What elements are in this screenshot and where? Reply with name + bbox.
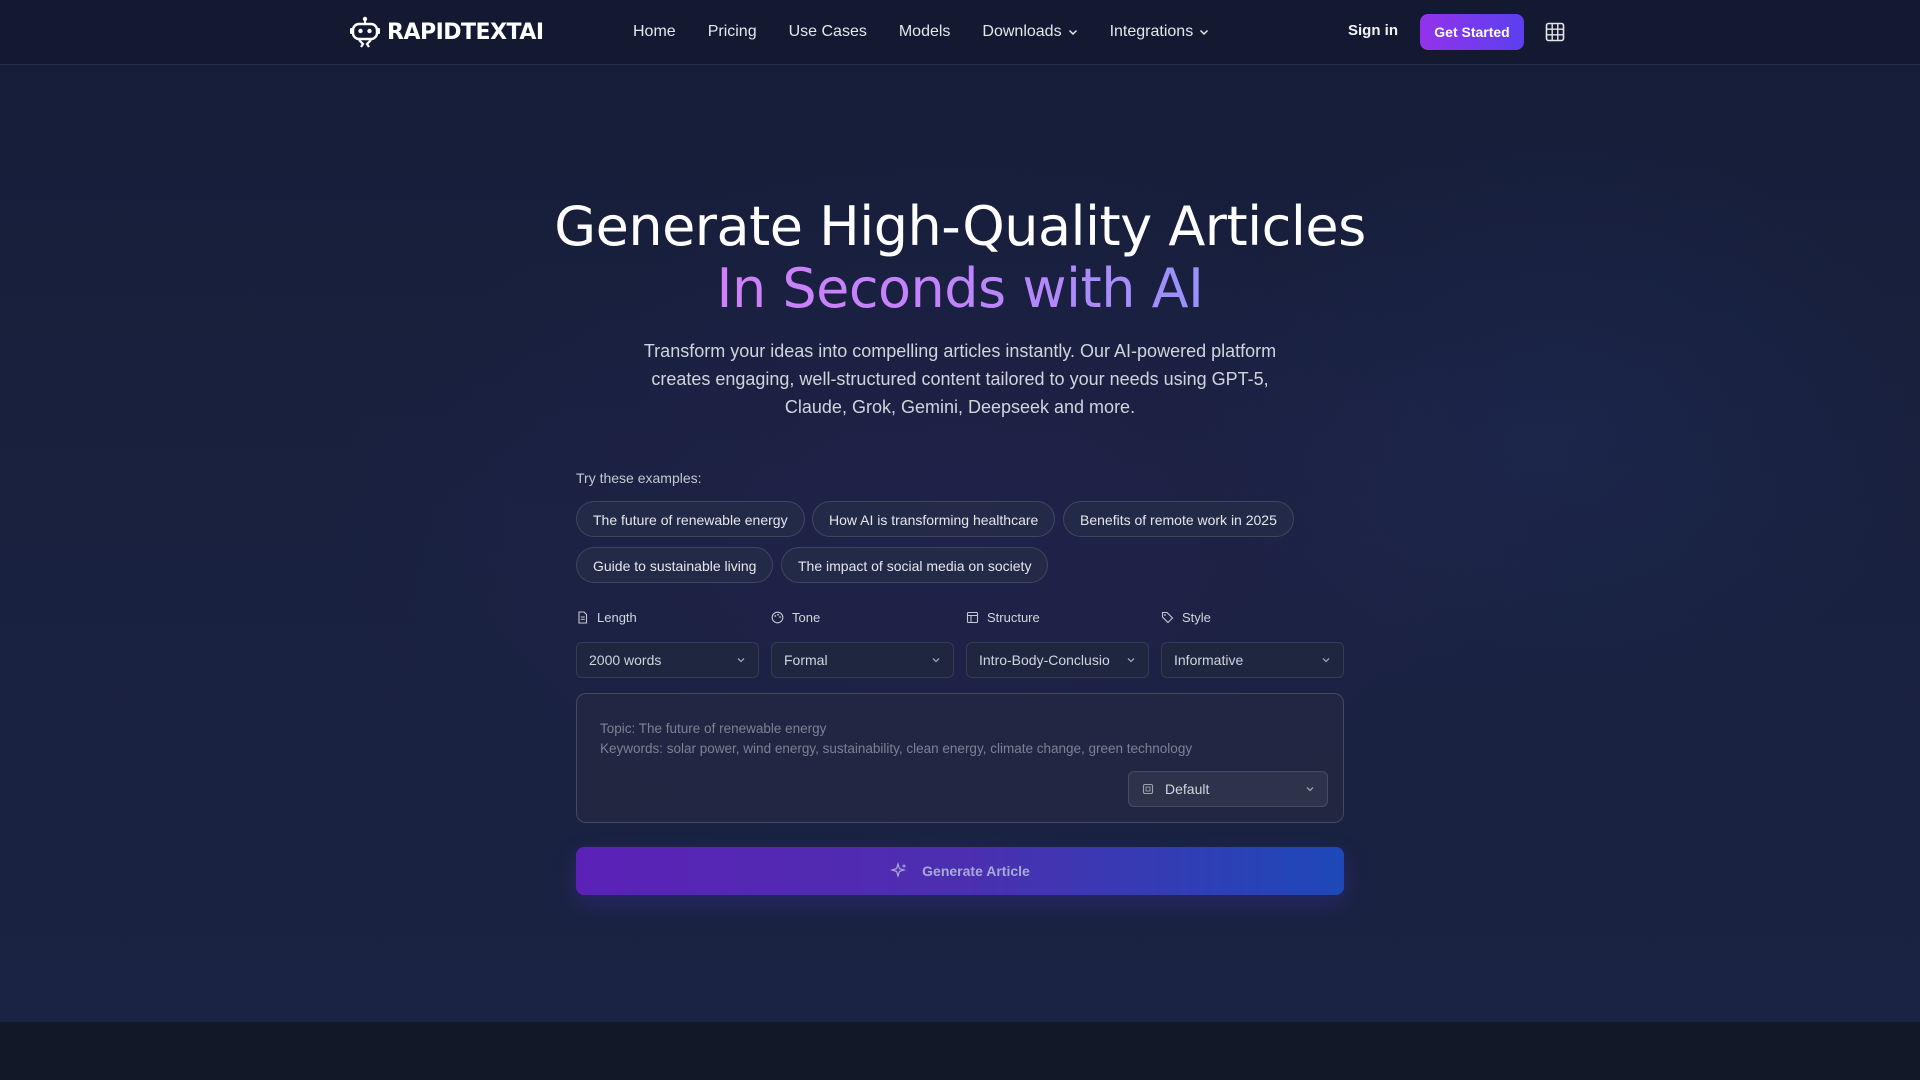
length-label: Length (597, 609, 637, 625)
example-chip[interactable]: Benefits of remote work in 2025 (1063, 501, 1294, 537)
length-option: Length 2000 words (576, 608, 759, 678)
structure-option: Structure Intro-Body-Conclusio (966, 608, 1149, 678)
sign-in-link[interactable]: Sign in (1348, 22, 1398, 39)
site-header: RAPIDTEXTAI Home Pricing Use Cases Model… (0, 0, 1920, 65)
structure-label-row: Structure (966, 608, 1149, 626)
example-chip[interactable]: Guide to sustainable living (576, 547, 774, 583)
nav-pricing[interactable]: Pricing (708, 23, 757, 41)
nav-integrations-label: Integrations (1109, 23, 1194, 40)
tone-value: Formal (784, 652, 828, 668)
style-label-row: Style (1161, 608, 1344, 626)
nav-models-label: Models (898, 23, 951, 40)
example-chip[interactable]: The future of renewable energy (576, 501, 805, 537)
chevron-down-icon (1200, 29, 1209, 36)
style-option: Style Informative (1161, 608, 1344, 678)
generate-article-button[interactable]: Generate Article (576, 847, 1344, 895)
palette-icon (771, 611, 784, 623)
tone-select[interactable]: Formal (771, 642, 954, 678)
nav-downloads[interactable]: Downloads (982, 23, 1077, 41)
example-chip[interactable]: How AI is transforming healthcare (812, 501, 1056, 537)
chevron-down-icon (737, 658, 745, 663)
layout-icon (966, 611, 979, 623)
hero-title-line2: In Seconds with AI (360, 258, 1560, 320)
nav-pricing-label: Pricing (707, 23, 757, 40)
style-label: Style (1182, 609, 1211, 625)
tone-option: Tone Formal (771, 608, 954, 678)
generate-article-label: Generate Article (922, 863, 1030, 879)
example-chip[interactable]: The impact of social media on society (781, 547, 1049, 583)
tag-icon (1161, 611, 1174, 623)
chevron-down-icon (1127, 658, 1135, 663)
brand-name: RAPIDTEXTAI (387, 19, 544, 45)
structure-select[interactable]: Intro-Body-Conclusio (966, 642, 1149, 678)
brand-logo[interactable]: RAPIDTEXTAI (350, 16, 544, 48)
structure-label: Structure (987, 609, 1040, 625)
robot-icon (350, 16, 380, 48)
tone-label-row: Tone (771, 608, 954, 626)
get-started-button[interactable]: Get Started (1420, 14, 1524, 50)
nav-use-cases[interactable]: Use Cases (789, 23, 867, 41)
structure-value: Intro-Body-Conclusio (979, 652, 1110, 668)
nav-use-cases-label: Use Cases (788, 23, 867, 40)
nav-models[interactable]: Models (899, 23, 951, 41)
hero-subtitle: Transform your ideas into compelling art… (643, 341, 1277, 417)
examples-label: Try these examples: (576, 470, 702, 486)
length-value: 2000 words (589, 652, 662, 668)
topic-keywords-input[interactable] (600, 719, 1320, 769)
tone-label: Tone (792, 609, 821, 625)
nav-integrations[interactable]: Integrations (1110, 23, 1210, 41)
style-value: Informative (1174, 652, 1244, 668)
sparkles-icon (890, 862, 907, 879)
chevron-down-icon (932, 658, 940, 663)
grid-icon[interactable] (1544, 21, 1566, 43)
nav-home-label: Home (633, 23, 676, 40)
chip-icon (1142, 783, 1154, 795)
document-icon (578, 610, 588, 624)
model-select[interactable]: Default (1128, 771, 1328, 807)
main-nav: Home Pricing Use Cases Models Downloads … (633, 0, 1241, 64)
style-select[interactable]: Informative (1161, 642, 1344, 678)
chevron-down-icon (1306, 787, 1314, 792)
hero-title: Generate High-Quality Articles In Second… (360, 196, 1560, 320)
footer-band (0, 1022, 1920, 1080)
length-select[interactable]: 2000 words (576, 642, 759, 678)
nav-home[interactable]: Home (633, 23, 676, 41)
hero-title-line1: Generate High-Quality Articles (554, 195, 1366, 258)
model-value: Default (1165, 781, 1210, 797)
nav-downloads-label: Downloads (982, 23, 1062, 40)
chevron-down-icon (1322, 658, 1330, 663)
length-label-row: Length (576, 608, 759, 626)
prompt-box: Default (576, 693, 1344, 823)
chevron-down-icon (1068, 29, 1077, 36)
